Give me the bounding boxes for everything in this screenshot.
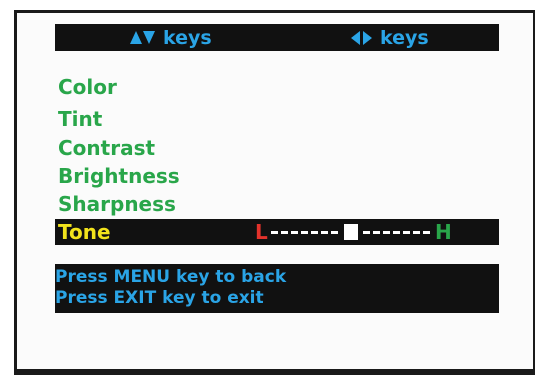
slider-track-dash (413, 231, 420, 234)
menu-item-color[interactable]: Color (58, 75, 117, 99)
up-down-arrows-icon (130, 31, 155, 44)
keys-hint-bar: keys keys (55, 24, 499, 51)
menu-item-contrast[interactable]: Contrast (58, 136, 155, 160)
left-right-keys-hint: keys (351, 24, 429, 51)
slider-track-dash (403, 231, 410, 234)
slider-track-dash (311, 231, 318, 234)
tone-slider[interactable]: L H (255, 219, 485, 245)
up-down-keys-hint: keys (130, 24, 212, 51)
slider-high-label: H (435, 220, 452, 244)
up-down-keys-label: keys (163, 26, 212, 49)
help-line-menu: Press MENU key to back (55, 267, 287, 287)
menu-item-tone-selected[interactable]: Tone L H (55, 219, 499, 245)
help-line-exit: Press EXIT key to exit (55, 288, 264, 308)
menu-item-sharpness[interactable]: Sharpness (58, 192, 176, 216)
slider-track-dash (423, 231, 430, 234)
slider-track-dash (321, 231, 328, 234)
slider-track-dash (363, 231, 370, 234)
slider-track-dash (331, 231, 338, 234)
slider-track-dash (393, 231, 400, 234)
slider-track-dash (373, 231, 380, 234)
slider-track-dash (383, 231, 390, 234)
slider-track-dash (271, 231, 278, 234)
left-right-arrows-icon (351, 30, 372, 45)
slider-thumb[interactable] (344, 224, 358, 240)
menu-item-brightness[interactable]: Brightness (58, 164, 180, 188)
menu-item-tint[interactable]: Tint (58, 107, 102, 131)
menu-item-tone-label: Tone (58, 220, 111, 244)
slider-track-dash (281, 231, 288, 234)
slider-low-label: L (255, 220, 268, 244)
slider-track-dash (301, 231, 308, 234)
slider-track-dash (291, 231, 298, 234)
help-message-box: Press MENU key to back Press EXIT key to… (55, 264, 499, 313)
left-right-keys-label: keys (380, 26, 429, 49)
